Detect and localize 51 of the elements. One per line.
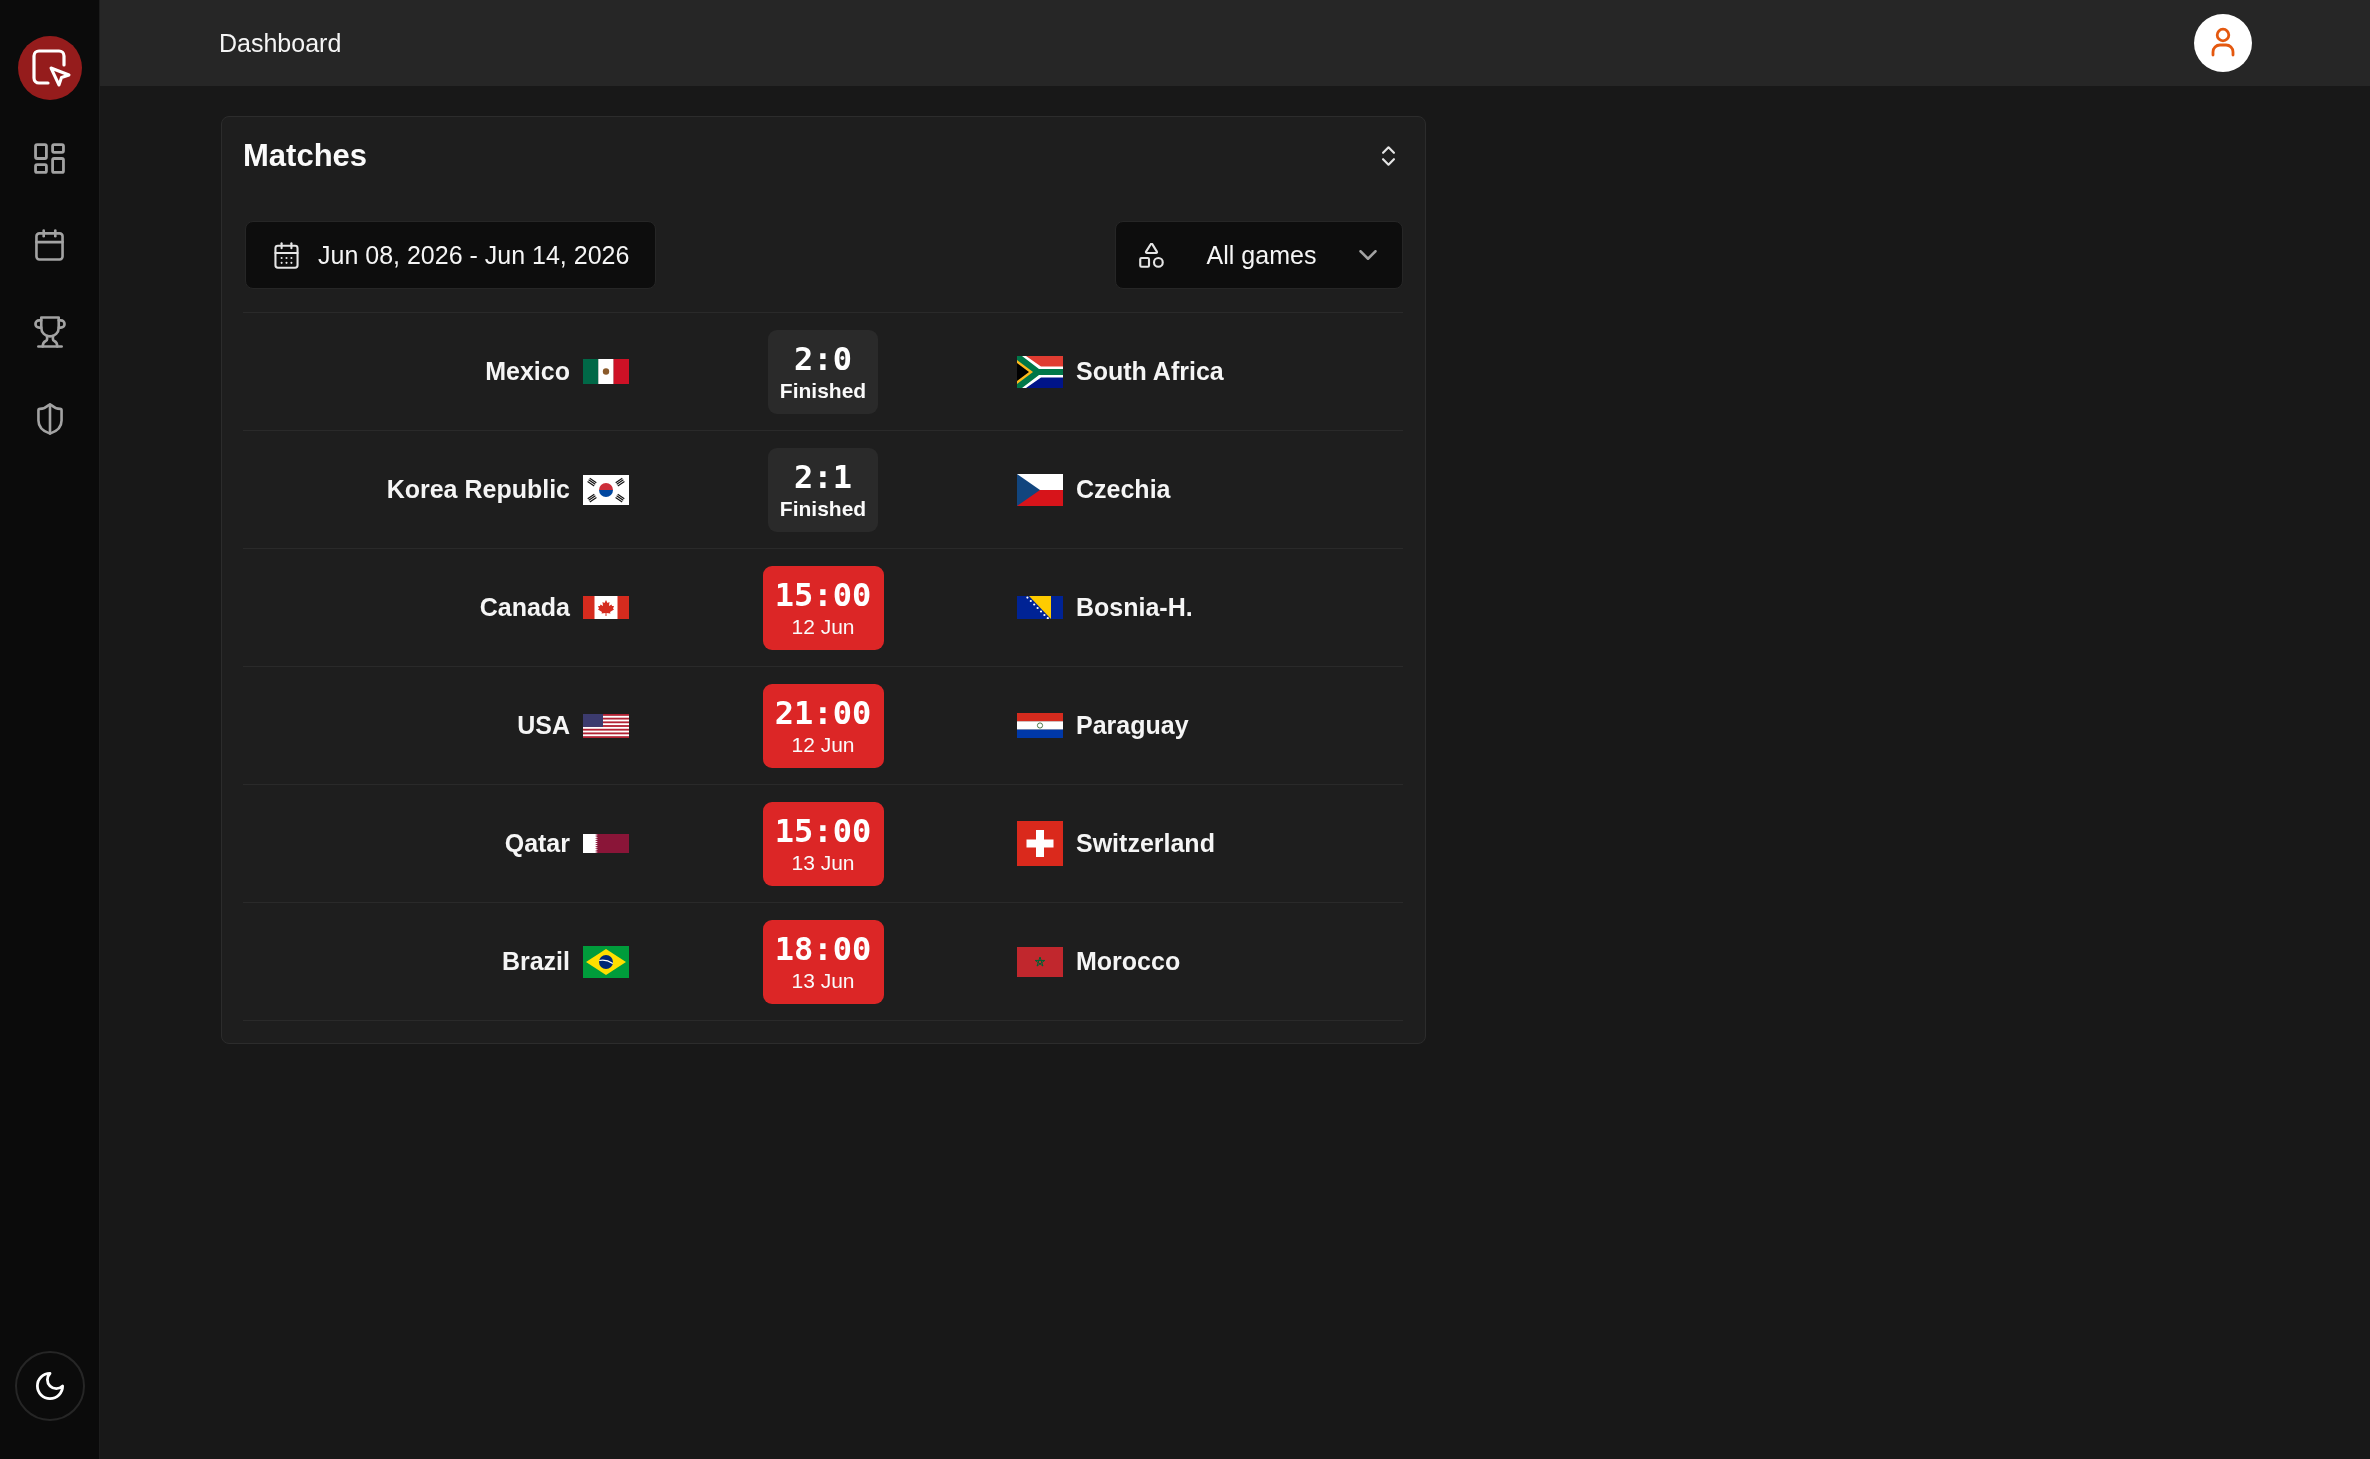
flag-icon: [1017, 946, 1063, 977]
match-score: 2:0: [794, 339, 852, 378]
flag-icon: [1017, 713, 1063, 738]
shield-icon[interactable]: [36, 403, 63, 435]
team-name: USA: [517, 711, 570, 740]
kickoff-time: 18:00: [774, 929, 872, 968]
logo-icon[interactable]: [17, 36, 82, 100]
flag-icon: [583, 359, 629, 384]
flag-icon: [1017, 473, 1063, 506]
team-name: Mexico: [485, 357, 570, 386]
calendar-icon: [274, 241, 299, 269]
calendar-icon[interactable]: [35, 229, 64, 261]
flag-icon: [583, 945, 629, 978]
team-name: Qatar: [504, 829, 570, 858]
trophy-icon[interactable]: [33, 316, 66, 348]
chevrons-up-down-icon[interactable]: [1382, 146, 1395, 166]
team-name: Canada: [479, 593, 570, 622]
team-name: Czechia: [1076, 475, 1171, 504]
card-title: Matches: [243, 138, 368, 174]
date-range-button[interactable]: Jun 08, 2026 - Jun 14, 2026: [245, 221, 657, 289]
user-avatar-icon[interactable]: [2194, 14, 2252, 72]
match-status: Finished: [779, 377, 867, 403]
team-name: South Africa: [1076, 357, 1224, 386]
kickoff-time: 15:00: [774, 811, 872, 850]
kickoff-time: 15:00: [774, 575, 872, 614]
shapes-icon: [1139, 242, 1164, 268]
flag-icon: [1017, 821, 1063, 866]
team-name: Morocco: [1076, 947, 1181, 976]
game-filter-dropdown[interactable]: All games: [1115, 221, 1403, 289]
flag-icon: [583, 474, 629, 505]
team-name: Korea Republic: [386, 475, 570, 504]
team-name: Paraguay: [1076, 711, 1189, 740]
team-name: Brazil: [501, 947, 570, 976]
match-date: 13 Jun: [791, 849, 855, 875]
match-status: Finished: [779, 495, 867, 521]
flag-icon: [583, 713, 629, 738]
flag-icon: [1017, 596, 1063, 619]
team-name: Bosnia-H.: [1076, 593, 1193, 622]
flag-icon: [583, 834, 629, 853]
flag-icon: [1017, 355, 1063, 388]
match-score: 2:1: [794, 457, 852, 496]
moon-icon: [35, 1372, 64, 1400]
flag-icon: [583, 596, 629, 619]
kickoff-time: 21:00: [774, 693, 872, 732]
team-name: Switzerland: [1076, 829, 1215, 858]
match-date: 13 Jun: [791, 967, 855, 993]
page-title: Dashboard: [219, 28, 342, 58]
match-date: 12 Jun: [791, 613, 855, 639]
chevron-down-icon: [1359, 250, 1377, 260]
match-date: 12 Jun: [791, 731, 855, 757]
dashboard-icon[interactable]: [34, 143, 65, 174]
